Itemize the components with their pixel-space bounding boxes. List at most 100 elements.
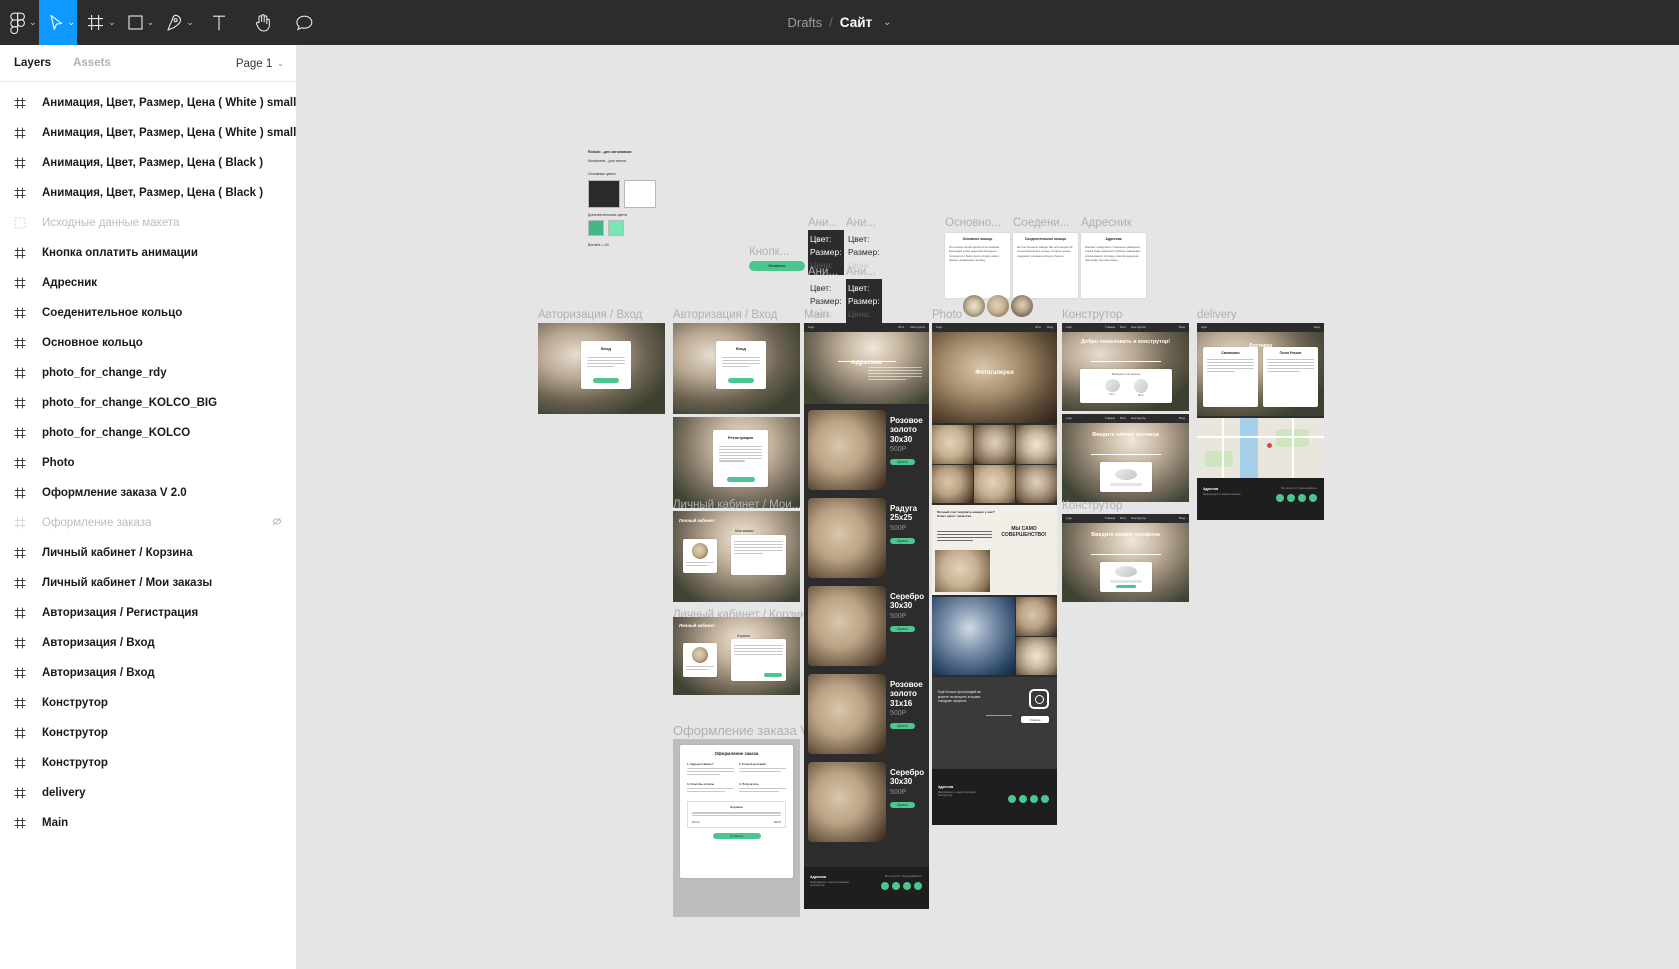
photo-tile[interactable] (1015, 597, 1057, 636)
social-instagram-icon[interactable] (1287, 494, 1295, 502)
styleguide-block[interactable]: Roboto - для заголовков Montserrat - для… (588, 150, 660, 258)
nav-item-constructor[interactable]: Конструктор (1131, 417, 1146, 420)
login-card[interactable]: Вход (581, 341, 631, 389)
frame-constructor-3[interactable]: Logo Главная Фото Конструктор Вход Введи… (1062, 514, 1189, 602)
color-swatch-white[interactable] (624, 180, 656, 208)
constructor-submit-button[interactable] (1116, 584, 1136, 589)
cabinet-cart-card[interactable] (731, 639, 786, 681)
social-telegram-icon[interactable] (903, 882, 911, 890)
footer-social-icons[interactable] (1276, 494, 1317, 502)
chevron-down-icon[interactable]: ⌄ (147, 18, 155, 27)
phone-input[interactable] (1110, 579, 1142, 583)
chevron-down-icon[interactable]: ⌄ (29, 18, 37, 27)
footer-social-icons[interactable] (1008, 795, 1049, 803)
frame-label-anim-4[interactable]: Ани... (846, 266, 876, 279)
shape-tool-button[interactable]: ⌄ (118, 0, 157, 45)
frame-cabinet-orders[interactable]: Личный кабинет Мои заказы (673, 511, 800, 602)
nav-item-photo[interactable]: Фото (1120, 326, 1126, 329)
delivery-card-post[interactable]: Почта России (1263, 347, 1318, 407)
frame-label-addresser[interactable]: Адресник (1081, 217, 1132, 230)
figma-menu-button[interactable]: ⌄ (0, 0, 39, 45)
social-instagram-icon[interactable] (1019, 795, 1027, 803)
photo-thumb-1[interactable] (963, 295, 985, 317)
delivery-navbar[interactable]: Logo Вход (1197, 323, 1324, 332)
constructor-name-card[interactable] (1100, 462, 1152, 492)
main-product-4[interactable]: Розовое золото 31х16 500Р Купить (804, 671, 929, 757)
constructor-logo[interactable]: Logo (1066, 417, 1072, 420)
nav-item-home[interactable]: Главная (1105, 517, 1115, 520)
layer-row[interactable]: photo_for_change_KOLCO (0, 418, 296, 448)
chevron-down-icon[interactable]: ⌄ (883, 17, 891, 28)
tab-layers[interactable]: Layers (14, 57, 51, 69)
ring-card-main[interactable]: Основное кольцо Это кольцо крепко крепит… (945, 233, 1010, 298)
delivery-map[interactable] (1197, 418, 1324, 478)
ring-card-connector[interactable]: Соеденительное кольцо Болтик обычного за… (1013, 233, 1078, 298)
frame-label-photo[interactable]: Photo (932, 309, 962, 322)
login-submit-button[interactable] (593, 378, 619, 383)
layer-row[interactable]: Кнопка оплатить анимации (0, 238, 296, 268)
frame-label-anim-1[interactable]: Ани... (808, 217, 838, 230)
comment-tool-button[interactable] (284, 0, 326, 45)
chevron-down-icon[interactable]: ⌄ (68, 18, 76, 27)
cabinet-tab-cart[interactable]: Корзина (737, 634, 750, 638)
photo-tile[interactable] (1015, 636, 1057, 675)
cabinet-avatar-card-2[interactable] (683, 643, 717, 677)
design-canvas[interactable]: Roboto - для заголовков Montserrat - для… (297, 45, 1679, 969)
social-instagram-icon[interactable] (892, 882, 900, 890)
register-submit-button[interactable] (727, 477, 755, 482)
visibility-toggle-icon[interactable] (272, 517, 282, 530)
hand-tool-button[interactable] (242, 0, 284, 45)
main-product-1[interactable]: Розовое золото 30х30 500Р Купить (804, 407, 929, 493)
photo-tile[interactable] (932, 597, 1015, 675)
photo-tile[interactable] (1016, 464, 1057, 503)
social-vk-icon[interactable] (1008, 795, 1016, 803)
social-whatsapp-icon[interactable] (914, 882, 922, 890)
constructor-options-card[interactable]: Выберите тип кольца Тип 1 Тип 2 (1080, 369, 1172, 403)
main-product-3[interactable]: Серебро 30х30 500Р Купить (804, 583, 929, 669)
layer-row[interactable]: Конструтор (0, 718, 296, 748)
move-tool-button[interactable]: ⌄ (38, 0, 78, 45)
frame-auth-login-1[interactable]: Вход (538, 323, 665, 414)
social-telegram-icon[interactable] (1030, 795, 1038, 803)
nav-item-photo[interactable]: Фото (1035, 326, 1041, 329)
constructor-navbar[interactable]: Logo Главная Фото Конструктор Вход (1062, 414, 1189, 423)
main-product-5[interactable]: Серебро 30х30 500Р Купить (804, 759, 929, 845)
frame-label-order[interactable]: Оформление заказа V... (673, 724, 819, 737)
component-anim-dark-2[interactable]: Цвет: Размер: Цена: (846, 279, 882, 324)
frame-auth-register[interactable]: Регистрация (673, 417, 800, 508)
frame-label-constructor-2[interactable]: Конструтор (1062, 500, 1122, 513)
register-card[interactable]: Регистрация (713, 430, 768, 487)
delivery-logo[interactable]: Logo (1201, 326, 1207, 329)
layer-row[interactable]: Конструтор (0, 688, 296, 718)
nav-item-login[interactable]: Вход (1179, 517, 1185, 520)
nav-item-photo[interactable]: Фото (1120, 417, 1126, 420)
frame-auth-login-2[interactable]: Вход (673, 323, 800, 414)
pen-tool-button[interactable]: ⌄ (156, 0, 196, 45)
nav-item-photo[interactable]: Фото (898, 326, 904, 329)
constructor-option-2[interactable]: Тип 2 (1133, 379, 1148, 397)
frame-tool-button[interactable]: ⌄ (77, 0, 118, 45)
pay-button-component[interactable]: Оплатить (749, 261, 805, 271)
color-swatch-mint[interactable] (608, 220, 624, 236)
frame-delivery[interactable]: Logo Вход Доставка Самовывоз Почта Росси… (1197, 323, 1324, 520)
nav-item-login[interactable]: Вход (1179, 417, 1185, 420)
frame-label-main-ring[interactable]: Основно... (945, 217, 1001, 230)
constructor-navbar[interactable]: Logo Главная Фото Конструктор Вход (1062, 514, 1189, 523)
login-card-2[interactable]: Вход (716, 341, 766, 389)
chevron-down-icon[interactable]: ⌄ (186, 18, 194, 27)
constructor-option-1[interactable]: Тип 1 (1104, 379, 1120, 397)
layer-row[interactable]: delivery (0, 778, 296, 808)
layer-row[interactable]: Основное кольцо (0, 328, 296, 358)
photo-thumb-2[interactable] (987, 295, 1009, 317)
layer-row[interactable]: Photo (0, 448, 296, 478)
frame-label-cabinet-orders[interactable]: Личный кабинет / Мои... (673, 499, 801, 512)
order-submit-button[interactable]: Оплатить (712, 833, 761, 840)
social-whatsapp-icon[interactable] (1309, 494, 1317, 502)
layer-row[interactable]: Анимация, Цвет, Размер, Цена ( White ) s… (0, 118, 296, 148)
tab-assets[interactable]: Assets (73, 57, 111, 69)
frame-constructor-1[interactable]: Logo Главная Фото Конструктор Вход Добро… (1062, 323, 1189, 411)
nav-item-constructor[interactable]: Конструктор (910, 326, 925, 329)
delivery-card-pickup[interactable]: Самовывоз (1203, 347, 1258, 407)
photo-logo[interactable]: Logo (936, 326, 942, 329)
layer-row[interactable]: Оформление заказа V 2.0 (0, 478, 296, 508)
